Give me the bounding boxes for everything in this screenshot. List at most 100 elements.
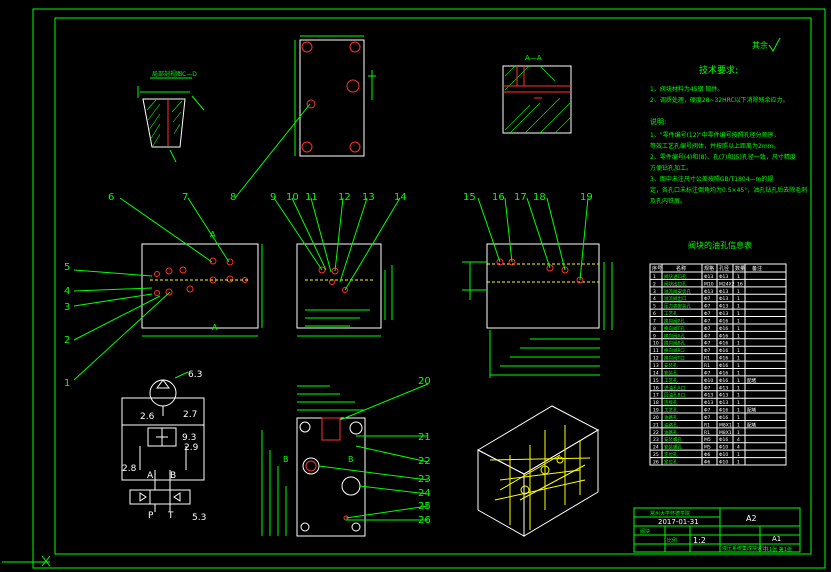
table-header-cell: 规格 (704, 265, 714, 272)
note-line: 2、零件编号(4)和(8)、孔(7)和(5)孔径一致，尺寸精度 (650, 153, 796, 161)
callout-number: 1 (64, 378, 70, 389)
callout-number: 20 (418, 376, 431, 387)
table-title: 阀块的油孔信息表 (688, 240, 752, 250)
table-cell: 换向阀P口 (664, 347, 685, 354)
notes-title: 技术要求: (699, 64, 738, 76)
top-view (294, 35, 376, 157)
table-header-cell: 备注 (752, 265, 762, 272)
title-drawing-name: 液压系统集成块设计 (722, 545, 767, 552)
callout-number: 26 (418, 515, 431, 526)
note-line: 及孔内铁屑。 (650, 197, 686, 205)
note-line: 等效工艺孔编号阀体，并按照以上距离为2mm。 (650, 142, 780, 150)
schematic-label: 2.6 (140, 412, 155, 422)
detail-section-view: 局部剖视图C—D (137, 70, 205, 163)
front-view: A A (141, 230, 263, 337)
table-cell: 阀块出口孔 (664, 280, 687, 287)
table-cell: 工艺孔 (664, 407, 678, 414)
note-line: 1、"零件编号(12)"中零件编号按照孔径分顺序， (650, 131, 780, 139)
title-scale-label: 比例 (667, 537, 677, 544)
title-part-name: 阀块 (640, 528, 650, 535)
schematic-label: 6.3 (188, 370, 202, 380)
symbol-b: B (170, 471, 176, 481)
cad-drawing-canvas: 局部剖视图C—D A—A 其余 技术要求: 1、阀块材料为45钢 锻件。 2、调… (2, 8, 826, 569)
roughness-symbol (768, 37, 781, 52)
section-aa-view: A—A (502, 54, 572, 134)
table-cell: 配堵 (747, 421, 756, 428)
table-cell: 定位孔 (664, 459, 678, 466)
technical-notes: 其余 技术要求: 1、阀块材料为45钢 锻件。 2、调质处理，硬度28~32HR… (650, 37, 807, 205)
table-cell: Φ6 (704, 460, 711, 466)
side-b-right: B (348, 455, 354, 464)
title-drawing-no: 2017-01-31 (658, 518, 699, 526)
view-a-label-bottom: A (212, 323, 218, 332)
note-line: 方便钻孔加工。 (650, 164, 692, 172)
schematic-label: 2.9 (184, 443, 199, 453)
table-cell: 换向阀T口 (664, 355, 685, 362)
right-view-leaders (477, 197, 589, 281)
title-school: 常州大学怀德学院 (650, 510, 690, 517)
callout-number: 4 (64, 286, 70, 297)
table-cell: 换向阀T孔 (664, 325, 685, 332)
symbol-t: T (167, 511, 174, 521)
table-cell: 溢流阀安装孔 (664, 288, 691, 295)
schematic-label: 2.7 (183, 410, 197, 420)
callout-number: 10 (286, 192, 299, 203)
table-cell: 定位孔 (664, 451, 678, 458)
note-line: 说明: (650, 117, 666, 126)
front-view-leaders (73, 103, 311, 381)
title-sheet-size: A2 (746, 514, 757, 523)
note-line: 2、调质处理，硬度28~32HRC以下消除残余应力。 (650, 96, 789, 104)
table-header-row: 序号 名称 规格 孔径 数量 备注 (652, 265, 762, 272)
table-cell: 安装螺孔 (664, 444, 682, 451)
table-cell: 26 (653, 460, 659, 466)
table-cell: 换向阀B孔 (664, 340, 686, 347)
callout-number: 17 (514, 192, 527, 203)
callout-number: 11 (305, 192, 318, 203)
title-scale: 1:2 (693, 536, 706, 545)
table-header-cell: 孔径 (719, 265, 729, 272)
callout-number: 3 (64, 302, 70, 313)
table-cell: Φ10 (719, 460, 728, 466)
bottom-view-leaders (318, 383, 429, 521)
table-cell: 进油孔A口 (664, 384, 685, 391)
hydraulic-schematic: A B P T 6.3 2.6 2.7 9.3 2.9 2.8 5.3 (121, 370, 206, 523)
callout-number: 16 (492, 192, 505, 203)
callout-number: 25 (418, 501, 431, 512)
callout-number: 13 (362, 192, 375, 203)
ucs-icon (2, 555, 51, 567)
side-view (296, 243, 393, 337)
callout-number: 19 (580, 192, 593, 203)
schematic-label: 2.8 (122, 464, 137, 474)
callout-number: 15 (463, 192, 476, 203)
table-cell: 换向阀P孔 (664, 317, 685, 324)
table-cell: 回油孔B口 (664, 392, 685, 399)
isometric-view (476, 405, 600, 537)
callout-number: 24 (418, 488, 431, 499)
table-cell: 安装孔 (664, 362, 678, 369)
note-line: 1、阀块材料为45钢 锻件。 (650, 85, 723, 93)
table-header-cell: 名称 (676, 265, 686, 272)
callout-number: 12 (338, 192, 351, 203)
side-b-left: B (283, 455, 289, 464)
table-cell: 阀块进口孔 (664, 273, 687, 280)
title-format: A1 (772, 535, 781, 543)
table-cell: 安装螺孔 (664, 436, 682, 443)
symbol-p: P (148, 511, 154, 521)
table-cell: 溢流阀出口 (664, 295, 687, 302)
callout-number: 2 (64, 335, 70, 346)
title-sheet-info: 共1张 第1张 (764, 546, 792, 553)
callout-number: 22 (418, 456, 431, 467)
callout-number: 7 (182, 192, 188, 203)
table-cell: 换向阀A孔 (664, 332, 686, 339)
callout-number: 18 (533, 192, 546, 203)
detail-view-label: 局部剖视图C—D (152, 70, 197, 78)
table-cell: 工艺孔 (664, 377, 678, 384)
table-cell: 配堵 (747, 377, 756, 384)
callout-number: 14 (394, 192, 407, 203)
table-header-cell: 数量 (735, 265, 745, 272)
title-block: 常州大学怀德学院 2017-01-31 A2 比例 1:2 液压系统集成块设计 … (633, 507, 801, 553)
table-cell: 安装孔 (664, 369, 678, 376)
callout-number: 5 (64, 262, 70, 273)
table-body: 1 阀块进口孔 Φ13 Φ13 12 阀块出口孔 M10 M24X2 163 溢流阀安装孔 Φ13 Φ… (650, 271, 786, 466)
callout-number: 8 (230, 192, 236, 203)
